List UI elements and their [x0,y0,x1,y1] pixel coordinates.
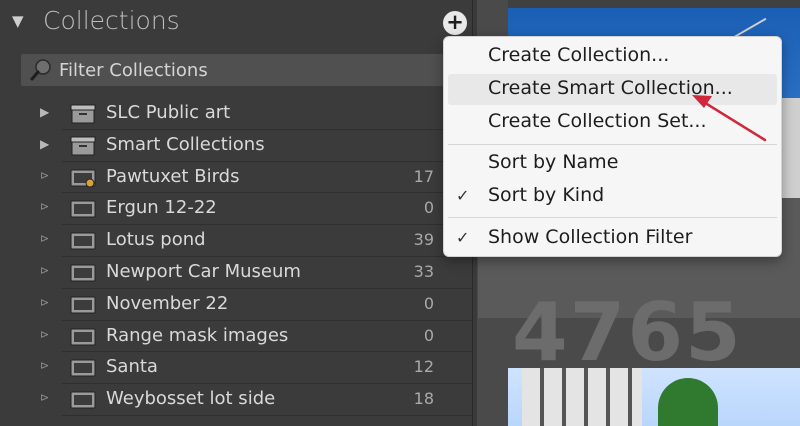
collection-icon [70,328,96,346]
menu-item-label: Create Collection Set... [488,110,707,132]
menu-item-label: Create Collection... [488,44,670,66]
menu-item-label: Create Smart Collection... [488,77,733,99]
collection-row[interactable]: ▶ SLC Public art [0,98,472,130]
collection-icon [70,296,96,314]
collection-name: Range mask images [106,324,289,346]
collection-row[interactable]: ⊳ Pawtuxet Birds 17 [0,162,472,194]
collection-name: Pawtuxet Birds [106,165,240,187]
expand-arrow-icon[interactable]: ⊳ [40,264,49,277]
menu-item[interactable]: Create Collection Set... [444,107,781,138]
collection-row[interactable]: ⊳ Lotus pond 39 [0,225,472,257]
expand-arrow-icon[interactable]: ⊳ [40,233,49,245]
menu-item[interactable]: ✓ Show Collection Filter [444,223,781,254]
check-icon: ✓ [456,186,470,205]
collection-count: 0 [423,325,434,345]
expand-arrow-icon[interactable]: ⊳ [40,360,49,372]
expand-arrow-icon[interactable]: ⊳ [40,296,49,309]
menu-item[interactable]: Create Collection... [444,41,781,72]
filter-collections-field[interactable] [21,54,472,86]
collection-icon [70,359,96,377]
collection-name: Lotus pond [106,229,206,251]
menu-item[interactable]: Create Smart Collection... [448,74,777,105]
collection-count: 12 [413,357,434,377]
collection-name: Newport Car Museum [106,260,301,282]
row-divider [62,414,472,416]
menu-item[interactable]: ✓ Sort by Kind [444,181,781,212]
collection-set-icon [70,136,96,156]
expand-arrow-icon[interactable]: ⊳ [40,169,49,182]
menu-item-label: Show Collection Filter [488,226,693,248]
menu-separator [448,144,777,145]
collection-count: 17 [413,166,434,186]
collection-icon [70,391,96,409]
expand-arrow-icon[interactable]: ⊳ [40,201,49,213]
collections-panel: ▼ Collections ▶ SLC Public art ▶ Smart Coll… [0,0,473,426]
menu-separator [448,217,777,218]
search-icon [30,59,51,81]
collections-title: Collections [43,6,180,35]
thumbnail-index-number: 4765 [512,286,743,379]
collapse-triangle-icon[interactable]: ▼ [12,12,24,30]
collection-count: 33 [413,261,434,281]
collection-count: 0 [423,198,434,218]
collection-count: 18 [413,389,434,409]
collection-name: SLC Public art [106,102,231,123]
collection-name: Smart Collections [106,133,265,155]
expand-arrow-icon[interactable]: ▶ [40,106,49,118]
collection-icon [70,200,96,218]
menu-item[interactable]: Sort by Name [444,148,781,179]
photo-thumbnail[interactable] [508,368,800,426]
collection-row[interactable]: ⊳ Ergun 12-22 0 [0,193,472,226]
menu-item-label: Sort by Name [488,151,619,173]
tree-shape [658,378,718,426]
collection-count: 0 [423,293,434,313]
expand-arrow-icon[interactable]: ▶ [40,138,49,150]
collection-icon [70,232,96,250]
photo-top-edge [508,0,800,8]
add-collection-button[interactable]: + [443,11,467,35]
collections-list: ▶ SLC Public art ▶ Smart Collections ⊳ Pawtux… [0,98,472,416]
collection-row[interactable]: ⊳ Santa 12 [0,352,472,385]
filter-collections-input[interactable] [59,54,459,86]
collection-name: Ergun 12-22 [106,197,217,219]
collection-name: Weybosset lot side [106,388,276,410]
collection-icon [70,264,96,282]
collection-count: 39 [413,230,434,250]
menu-item-label: Sort by Kind [488,184,605,206]
expand-arrow-icon[interactable]: ⊳ [40,328,49,341]
add-collection-menu: Create Collection... Create Smart Collect… [443,36,782,257]
collection-row[interactable]: ▶ Smart Collections [0,130,472,162]
collection-row[interactable]: ⊳ Newport Car Museum 33 [0,257,472,289]
collection-name: November 22 [106,292,229,314]
collections-header[interactable]: ▼ Collections [0,0,472,46]
collection-row[interactable]: ⊳ Range mask images 0 [0,321,472,353]
expand-arrow-icon[interactable]: ⊳ [40,392,49,404]
collection-set-icon [70,104,96,124]
collection-row[interactable]: ⊳ Weybosset lot side 18 [0,384,472,416]
collection-row[interactable]: ⊳ November 22 0 [0,289,472,321]
collection-name: Santa [106,356,158,378]
check-icon: ✓ [456,228,470,247]
smart-collection-icon [70,169,96,188]
building-shape [522,368,642,426]
